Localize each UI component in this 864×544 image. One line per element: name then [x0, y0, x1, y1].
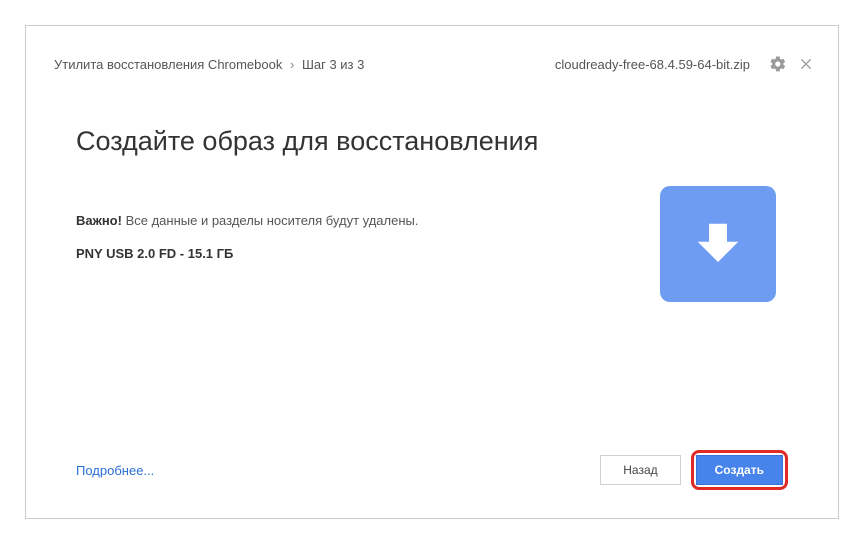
dialog-footer: Подробнее... Назад Создать — [26, 432, 838, 518]
app-title: Утилита восстановления Chromebook — [54, 57, 282, 72]
recovery-dialog: Утилита восстановления Chromebook › Шаг … — [25, 25, 839, 519]
device-label: PNY USB 2.0 FD - 15.1 ГБ — [76, 246, 646, 261]
breadcrumb-separator: › — [290, 57, 294, 72]
text-column: Создайте образ для восстановления Важно!… — [76, 126, 646, 422]
filename-label: cloudready-free-68.4.59-64-bit.zip — [555, 57, 750, 72]
close-icon[interactable] — [792, 50, 820, 78]
create-button-highlight: Создать — [691, 450, 788, 490]
back-button[interactable]: Назад — [600, 455, 680, 485]
step-label: Шаг 3 из 3 — [302, 57, 364, 72]
gear-icon[interactable] — [764, 50, 792, 78]
dialog-header: Утилита восстановления Chromebook › Шаг … — [26, 26, 838, 88]
warning-body: Все данные и разделы носителя будут удал… — [122, 213, 419, 228]
page-title: Создайте образ для восстановления — [76, 126, 646, 157]
download-icon — [660, 186, 776, 302]
warning-text: Важно! Все данные и разделы носителя буд… — [76, 213, 646, 228]
create-button[interactable]: Создать — [696, 455, 783, 485]
icon-column — [646, 126, 776, 422]
important-label: Важно! — [76, 213, 122, 228]
more-link[interactable]: Подробнее... — [76, 463, 154, 478]
breadcrumb: Утилита восстановления Chromebook › Шаг … — [54, 57, 555, 72]
dialog-content: Создайте образ для восстановления Важно!… — [26, 88, 838, 432]
